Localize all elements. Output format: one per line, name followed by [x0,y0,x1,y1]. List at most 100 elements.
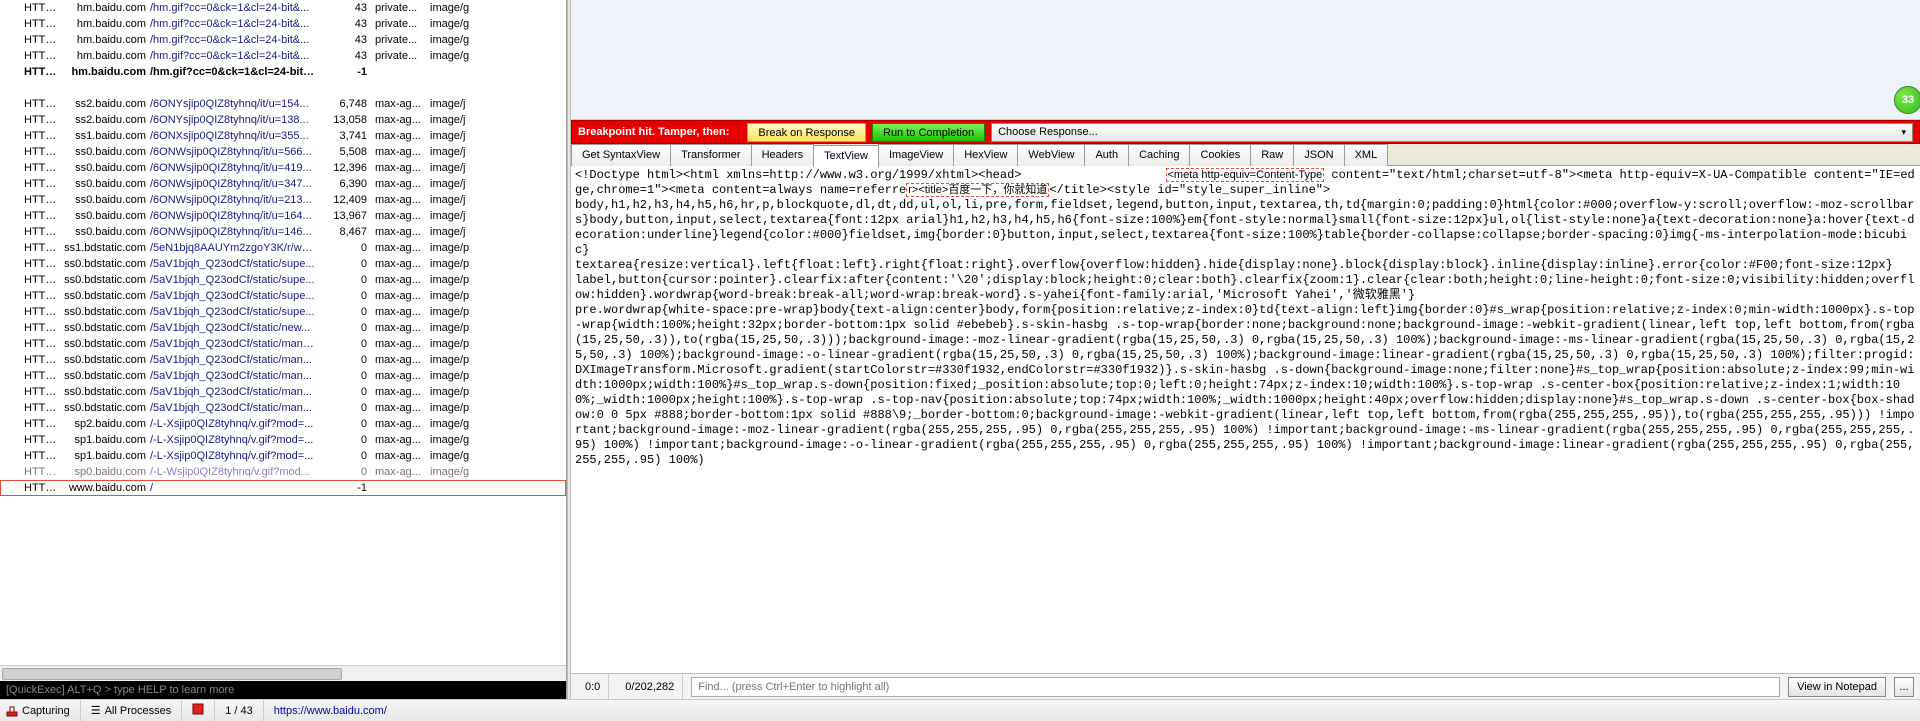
session-row[interactable]: HTTPSss0.bdstatic.com/5aV1bjqh_Q23odCf/s… [0,304,566,320]
cache-cell: max-ag... [375,288,430,304]
session-row[interactable]: HTTPSss0.bdstatic.com/5aV1bjqh_Q23odCf/s… [0,256,566,272]
break-on-response-button[interactable]: Break on Response [747,123,866,142]
session-row[interactable]: HTTPSss0.baidu.com/6ONWsjip0QIZ8tyhnq/it… [0,144,566,160]
cache-cell: max-ag... [375,224,430,240]
session-row[interactable]: HTTPSss0.baidu.com/6ONWsjip0QIZ8tyhnq/it… [0,160,566,176]
session-row[interactable] [0,80,566,96]
session-row[interactable]: HTTPSss0.baidu.com/6ONWsjip0QIZ8tyhnq/it… [0,208,566,224]
cache-cell: max-ag... [375,304,430,320]
tab-webview[interactable]: WebView [1017,144,1085,166]
tab-xml[interactable]: XML [1344,144,1389,166]
size-cell: 0 [315,352,375,368]
host-cell: ss0.baidu.com [60,160,150,176]
processes-label[interactable]: All Processes [105,705,172,717]
ctype-cell: image/p [430,384,480,400]
url-cell: /5aV1bjqh_Q23odCf/static/supe... [150,272,315,288]
url-cell: /6ONWsjip0QIZ8tyhnq/it/u=213... [150,192,315,208]
view-in-notepad-button[interactable]: View in Notepad [1788,677,1886,697]
quickexec-input[interactable]: [QuickExec] ALT+Q > type HELP to learn m… [0,681,566,699]
status-bar: Capturing ☰ All Processes 1 / 43 https:/… [0,699,1920,721]
session-row[interactable]: HTTPSss0.baidu.com/6ONWsjip0QIZ8tyhnq/it… [0,224,566,240]
host-cell: hm.baidu.com [60,48,150,64]
session-row[interactable]: HTTPSss0.baidu.com/6ONWsjip0QIZ8tyhnq/it… [0,192,566,208]
url-cell: /6ONWsjip0QIZ8tyhnq/it/u=566... [150,144,315,160]
capturing-label[interactable]: Capturing [22,705,70,717]
session-row[interactable]: HTTPSss1.baidu.com/6ONXsjip0QIZ8tyhnq/it… [0,128,566,144]
tab-hexview[interactable]: HexView [953,144,1018,166]
ctype-cell: image/p [430,352,480,368]
session-row[interactable]: HTTPSss0.bdstatic.com/5aV1bjqh_Q23odCf/s… [0,400,566,416]
tab-raw[interactable]: Raw [1250,144,1294,166]
tab-cookies[interactable]: Cookies [1189,144,1251,166]
session-row[interactable]: HTTPSss2.baidu.com/6ONYsjip0QIZ8tyhnq/it… [0,96,566,112]
cache-cell: max-ag... [375,128,430,144]
proto-cell: HTTPS [0,336,60,352]
proto-cell: HTTPS [0,96,60,112]
size-cell: -1 [315,64,375,80]
host-cell: hm.baidu.com [60,0,150,16]
choose-response-dropdown[interactable]: Choose Response... ▾ [991,123,1913,142]
cache-cell: max-ag... [375,384,430,400]
session-row[interactable]: HTTPSsp1.baidu.com/-L-Xsjip0QIZ8tyhnq/v.… [0,432,566,448]
sessions-list[interactable]: HTTPShm.baidu.com/hm.gif?cc=0&ck=1&cl=24… [0,0,566,665]
url-cell: /hm.gif?cc=0&ck=1&cl=24-bit&... [150,64,315,80]
ctype-cell: image/j [430,112,480,128]
host-cell: hm.baidu.com [60,16,150,32]
textview-content[interactable]: <!Doctype html><html xmlns=http://www.w3… [571,166,1920,673]
session-row[interactable]: HTTPSss1.bdstatic.com/5eN1bjq8AAUYm2zgoY… [0,240,566,256]
url-cell: /5aV1bjqh_Q23odCf/static/supe... [150,256,315,272]
proto-cell: HTTPS [0,64,60,80]
proto-cell: HTTPS [0,448,60,464]
selected-url: https://www.baidu.com/ [274,705,387,717]
session-row[interactable]: HTTPSss0.baidu.com/6ONWsjip0QIZ8tyhnq/it… [0,176,566,192]
tab-json[interactable]: JSON [1293,144,1344,166]
session-row[interactable]: HTTPShm.baidu.com/hm.gif?cc=0&ck=1&cl=24… [0,32,566,48]
session-row[interactable]: HTTPShm.baidu.com/hm.gif?cc=0&ck=1&cl=24… [0,16,566,32]
tab-transformer[interactable]: Transformer [670,144,752,166]
tab-imageview[interactable]: ImageView [878,144,954,166]
session-row[interactable]: HTTPShm.baidu.com/hm.gif?cc=0&ck=1&cl=24… [0,64,566,80]
proto-cell: HTTPS [0,176,60,192]
session-row[interactable]: HTTPSwww.baidu.com/-1 [0,480,566,496]
session-row[interactable]: HTTPSss0.bdstatic.com/5aV1bjqh_Q23odCf/s… [0,384,566,400]
session-row[interactable]: HTTPSsp2.baidu.com/-L-Xsjip0QIZ8tyhnq/v.… [0,416,566,432]
find-input[interactable] [691,677,1780,697]
session-row[interactable]: HTTPSss2.baidu.com/6ONYsjip0QIZ8tyhnq/it… [0,112,566,128]
session-row[interactable]: HTTPSss0.bdstatic.com/5aV1bjqh_Q23odCf/s… [0,352,566,368]
more-button[interactable]: ... [1894,677,1914,697]
session-row[interactable]: HTTPSss0.bdstatic.com/5aV1bjqh_Q23odCf/s… [0,368,566,384]
cache-cell: private... [375,0,430,16]
cache-cell: max-ag... [375,352,430,368]
ctype-cell: image/g [430,48,480,64]
run-to-completion-button[interactable]: Run to Completion [872,123,985,142]
proto-cell: HTTPS [0,384,60,400]
proto-cell: HTTPS [0,0,60,16]
tab-caching[interactable]: Caching [1128,144,1190,166]
inspector-tabs[interactable]: Get SyntaxViewTransformerHeadersTextView… [571,144,1920,166]
session-row[interactable]: HTTPSss0.bdstatic.com/5aV1bjqh_Q23odCf/s… [0,288,566,304]
size-cell: 3,741 [315,128,375,144]
session-row[interactable]: HTTPSsp1.baidu.com/-L-Xsjip0QIZ8tyhnq/v.… [0,448,566,464]
session-row[interactable]: HTTPShm.baidu.com/hm.gif?cc=0&ck=1&cl=24… [0,0,566,16]
tab-headers[interactable]: Headers [751,144,815,166]
session-row[interactable]: HTTPSsp0.baidu.com/-L-Wsjip0QIZ8tyhnq/v.… [0,464,566,480]
ctype-cell: image/j [430,176,480,192]
size-cell: 13,058 [315,112,375,128]
ctype-cell: image/p [430,304,480,320]
session-row[interactable]: HTTPSss0.bdstatic.com/5aV1bjqh_Q23odCf/s… [0,272,566,288]
cache-cell: max-ag... [375,192,430,208]
tab-auth[interactable]: Auth [1084,144,1129,166]
host-cell: ss2.baidu.com [60,96,150,112]
url-cell: /6ONWsjip0QIZ8tyhnq/it/u=164... [150,208,315,224]
host-cell: ss0.bdstatic.com [60,384,150,400]
cache-cell: max-ag... [375,432,430,448]
tab-textview[interactable]: TextView [813,145,879,167]
tab-get-syntaxview[interactable]: Get SyntaxView [571,144,671,166]
session-row[interactable]: HTTPSss0.bdstatic.com/5aV1bjqh_Q23odCf/s… [0,320,566,336]
breakpoint-icon[interactable] [192,703,204,718]
session-row[interactable]: HTTPShm.baidu.com/hm.gif?cc=0&ck=1&cl=24… [0,48,566,64]
horizontal-scrollbar[interactable] [0,665,566,681]
session-row[interactable]: HTTPSss0.bdstatic.com/5aV1bjqh_Q23odCf/s… [0,336,566,352]
host-cell: ss0.bdstatic.com [60,272,150,288]
size-cell: 0 [315,368,375,384]
